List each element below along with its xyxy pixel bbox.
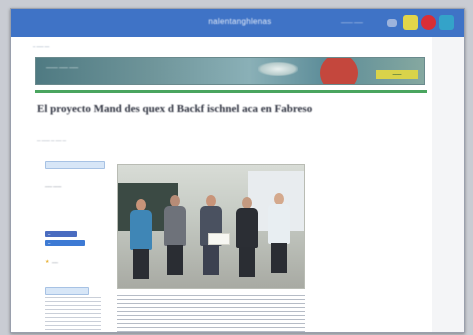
sidebar-text — [45, 297, 101, 332]
banner-circle-graphic — [320, 58, 358, 84]
sidebar-chip-2[interactable] — [45, 287, 89, 295]
star-label: ـــــ — [52, 259, 58, 264]
top-bar: nalentanghlenas ــــــ ــــــــ — [11, 9, 464, 37]
site-logo[interactable]: nalentanghlenas — [195, 17, 285, 29]
sidebar-label: ـــــــ ــــــ — [45, 183, 62, 188]
right-margin — [432, 37, 464, 332]
sidebar-chip[interactable] — [45, 161, 105, 169]
share-sidebar: ـــــــ ــــــ ــ ــ ★ ـــــ — [35, 157, 111, 332]
star-icon[interactable]: ★ — [45, 259, 49, 265]
ad-banner[interactable]: ــــــ ــــــ ــــــــ ـــــ — [35, 57, 425, 85]
article-photo — [117, 164, 305, 289]
misc-icon[interactable] — [387, 19, 397, 27]
boat-image — [258, 62, 298, 76]
banner-brand: ـــــ — [376, 70, 418, 79]
red-social-icon[interactable] — [421, 15, 436, 30]
accent-rule — [35, 90, 427, 93]
breadcrumb[interactable]: ــــ ــــــ ــ — [33, 43, 83, 49]
teal-social-icon[interactable] — [439, 15, 454, 30]
article-body-text — [117, 295, 305, 332]
facebook-share-button[interactable]: ــ — [45, 231, 77, 237]
browser-frame: nalentanghlenas ــــــ ــــــــ ــــ ـــ… — [10, 8, 465, 333]
article-headline: El proyecto Mand des quex d Backf ischne… — [37, 103, 313, 115]
article-byline: ـــ ـــــ ـــ ـــــــ ـــ — [37, 137, 67, 142]
certificate — [208, 233, 230, 245]
yellow-social-icon[interactable] — [403, 15, 418, 30]
twitter-share-button[interactable]: ــ — [45, 240, 85, 246]
banner-text: ــــــ ــــــ ــــــــ — [46, 64, 79, 70]
article-page: ــــ ــــــ ــ ــــــ ــــــ ــــــــ ــ… — [27, 37, 432, 332]
